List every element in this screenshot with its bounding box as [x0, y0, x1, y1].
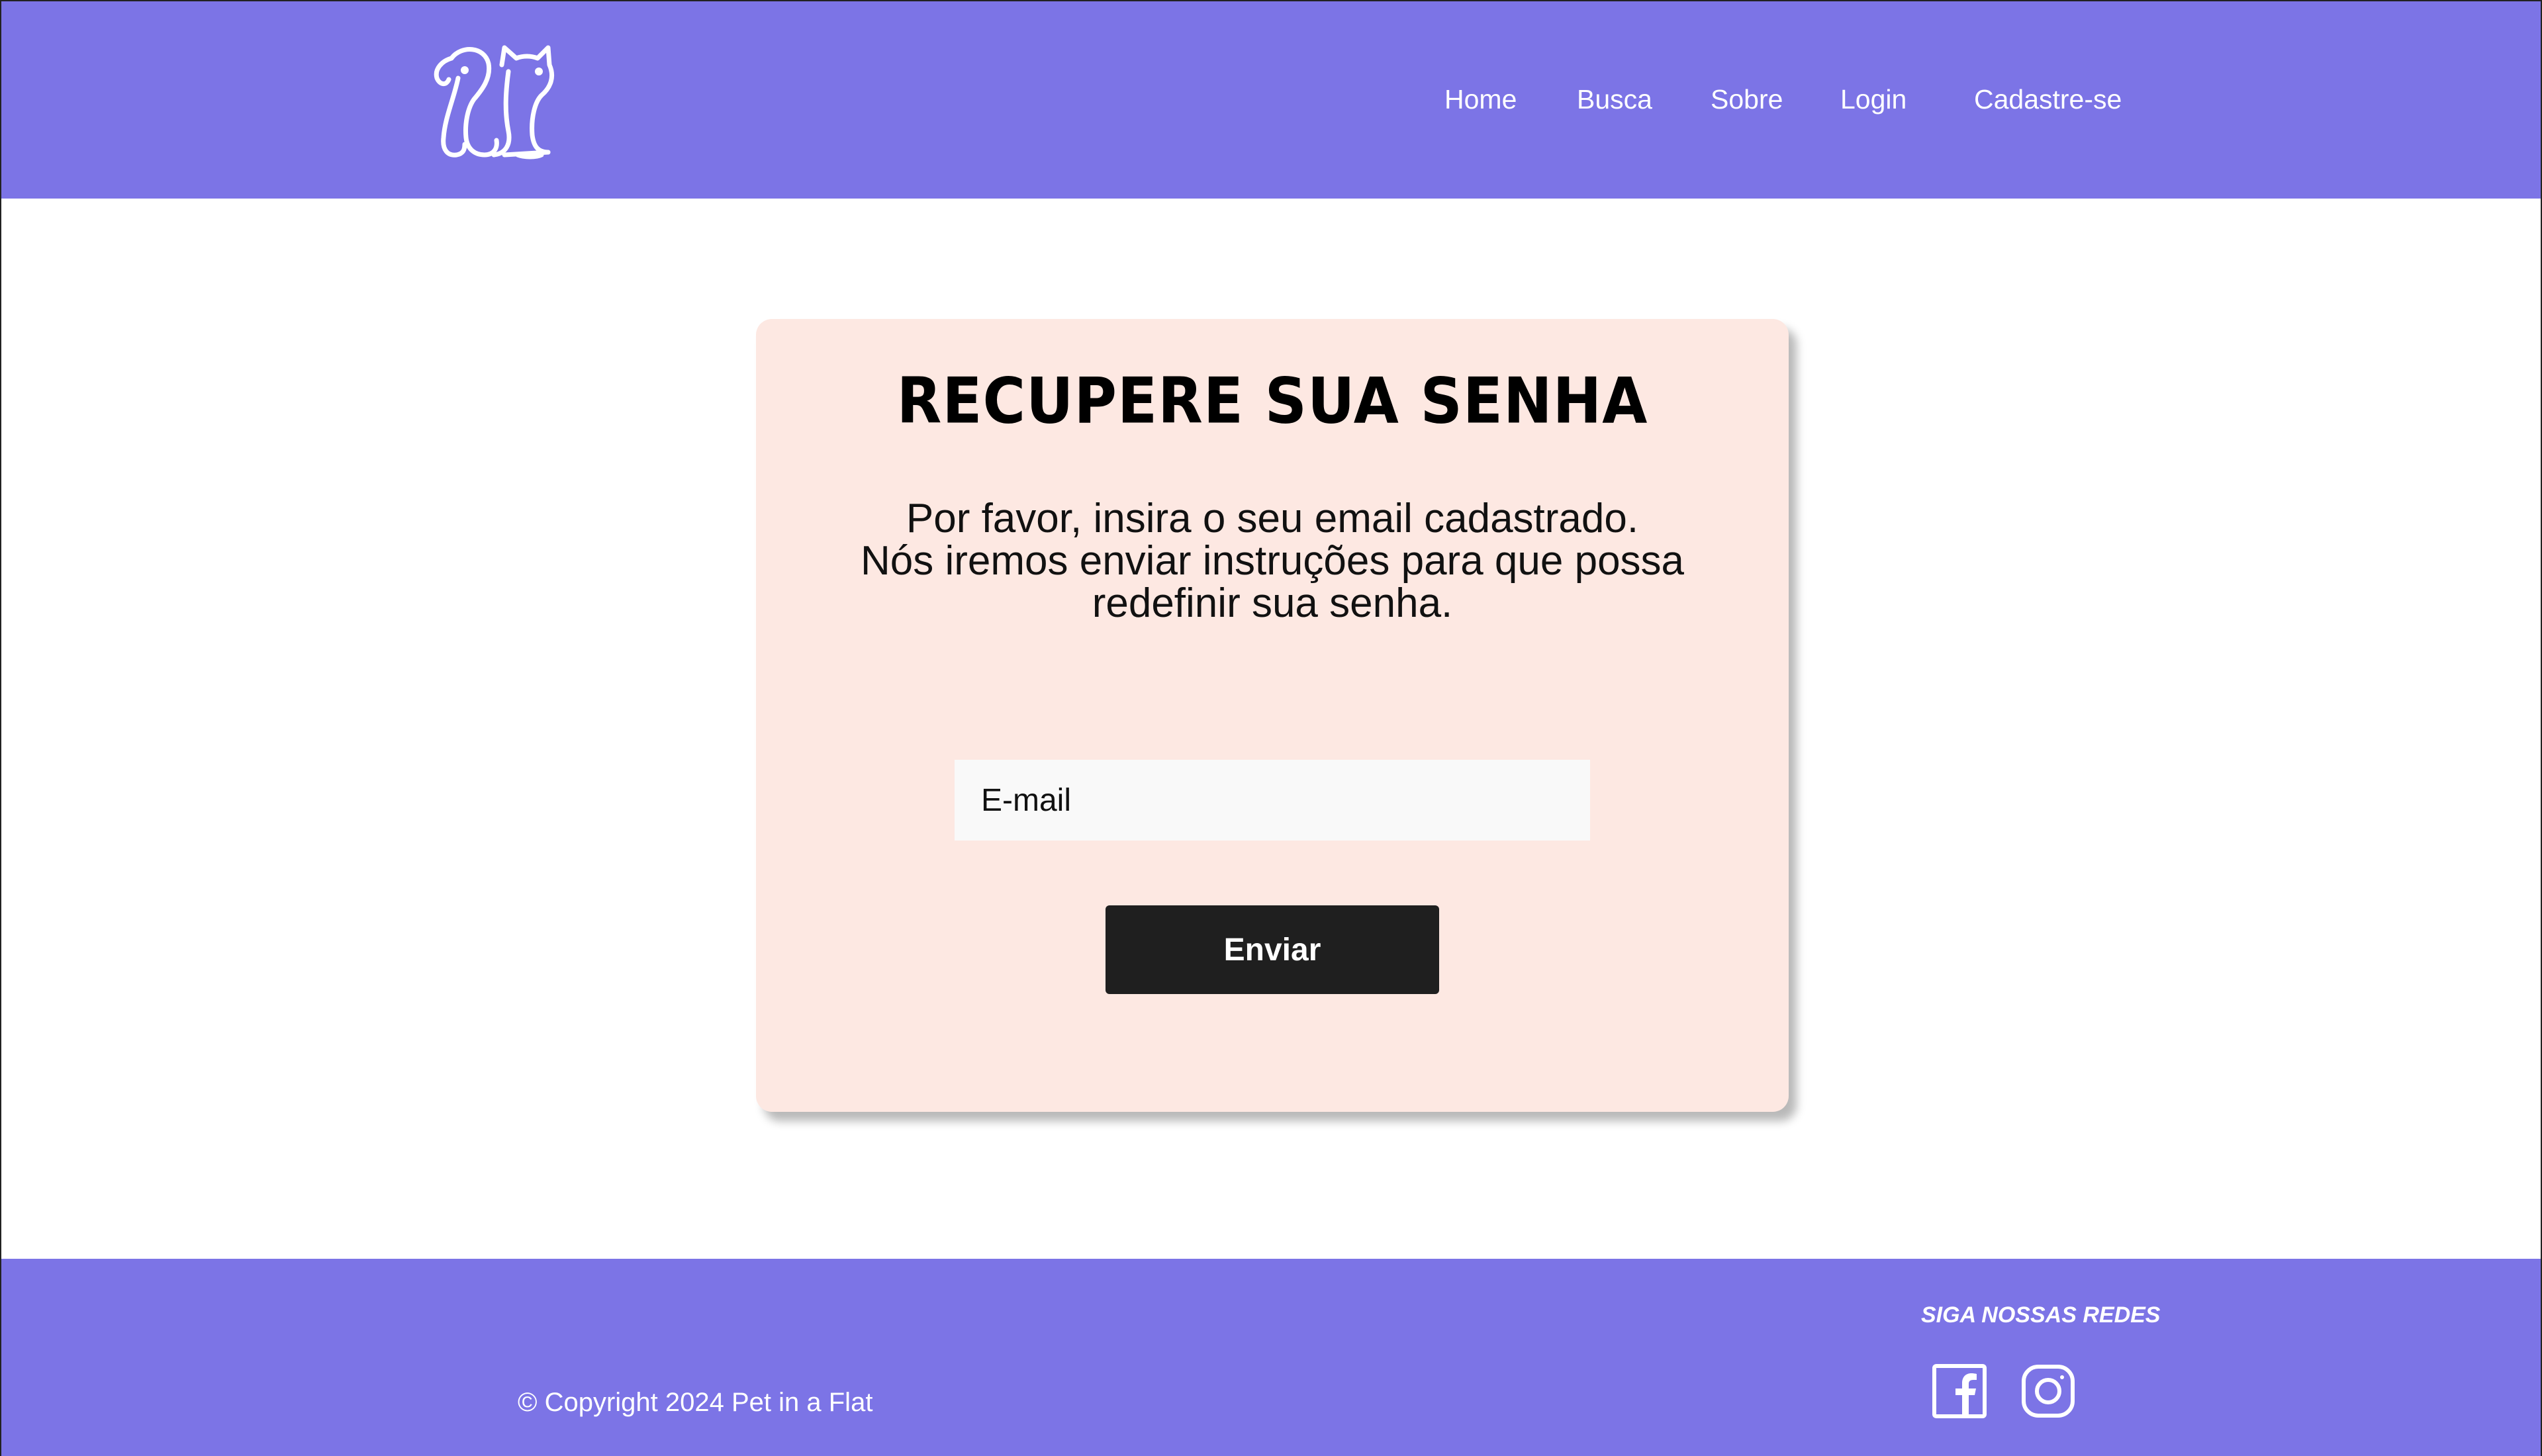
site-header: Home Busca Sobre Login Cadastre-se — [1, 1, 2541, 199]
facebook-icon[interactable] — [1932, 1363, 1987, 1419]
instagram-icon[interactable] — [2020, 1363, 2076, 1419]
main-nav: Home Busca Sobre Login Cadastre-se — [1, 1, 2541, 199]
send-button[interactable]: Enviar — [1106, 905, 1439, 994]
copyright-text: © Copyright 2024 Pet in a Flat — [518, 1388, 873, 1417]
nav-signup-link[interactable]: Cadastre-se — [1974, 79, 2122, 119]
nav-busca-link[interactable]: Busca — [1577, 79, 1652, 119]
nav-sobre-link[interactable]: Sobre — [1711, 79, 1783, 119]
instructions-line-1: Por favor, insira o seu email cadastrado… — [906, 496, 1639, 541]
recover-password-card: RECUPERE SUA SENHA Por favor, insira o s… — [756, 319, 1789, 1112]
instructions-line-2: Nós iremos enviar instruções para que po… — [860, 538, 1685, 584]
social-title: SIGA NOSSAS REDES — [1921, 1302, 2161, 1328]
nav-home-link[interactable]: Home — [1444, 79, 1517, 119]
instructions-text: Por favor, insira o seu email cadastrado… — [796, 498, 1749, 625]
page-title: RECUPERE SUA SENHA — [896, 363, 1648, 438]
main-content: RECUPERE SUA SENHA Por favor, insira o s… — [1, 199, 2541, 1259]
nav-login-link[interactable]: Login — [1840, 79, 1906, 119]
site-footer: © Copyright 2024 Pet in a Flat SIGA NOSS… — [1, 1259, 2541, 1456]
email-field[interactable] — [955, 760, 1590, 841]
instructions-line-3: redefinir sua senha. — [1092, 580, 1453, 626]
